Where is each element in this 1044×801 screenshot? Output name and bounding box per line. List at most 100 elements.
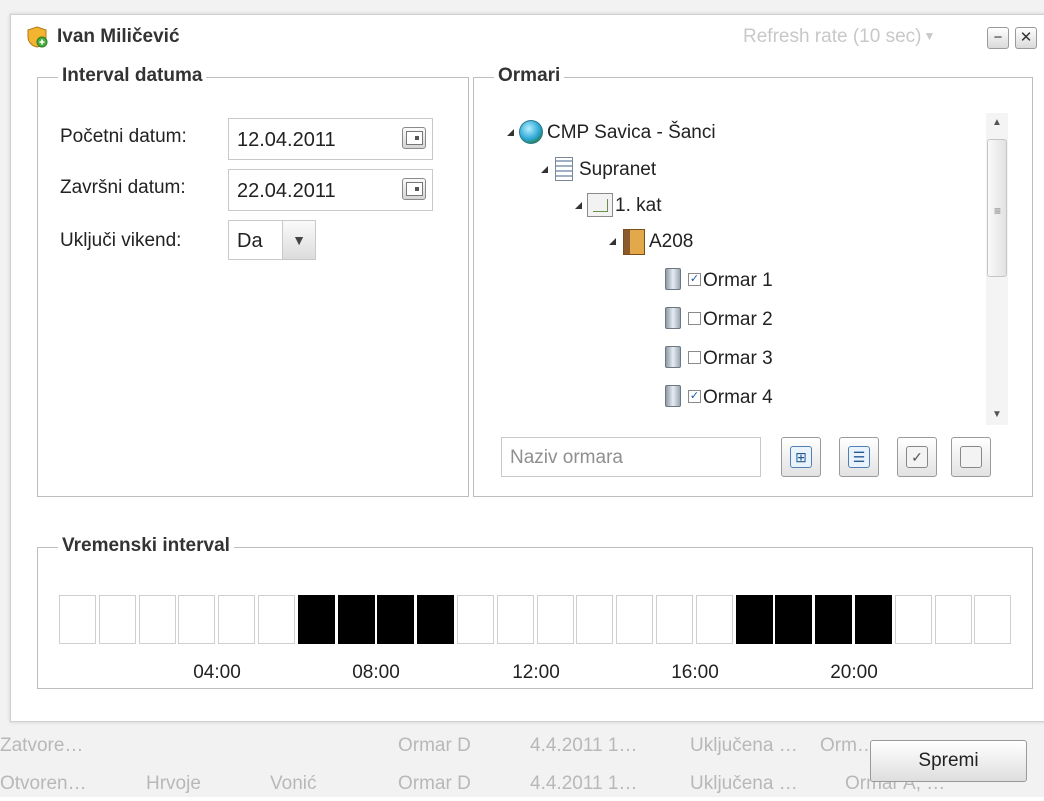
close-icon: ✕ [1019, 29, 1033, 46]
grip-icon: ≡ [994, 204, 1002, 218]
time-slot[interactable] [935, 595, 972, 644]
start-date-label: Početni datum: [60, 126, 187, 147]
cabinet-checkbox[interactable]: ✓ [688, 390, 701, 403]
time-slot[interactable] [815, 595, 852, 644]
background-cell: Otvoren… [0, 773, 87, 794]
tree-node-label: Supranet [579, 159, 657, 180]
time-slot[interactable] [616, 595, 653, 644]
time-slot[interactable] [576, 595, 613, 644]
check-all-icon: ✓ [906, 446, 928, 468]
time-tick-label: 08:00 [352, 662, 400, 683]
time-slot[interactable] [457, 595, 494, 644]
chevron-down-icon: ▼ [923, 29, 936, 43]
check-all-button[interactable]: ✓ [897, 437, 937, 477]
calendar-icon[interactable] [402, 127, 426, 149]
time-tick-label: 16:00 [671, 662, 719, 683]
time-slot[interactable] [497, 595, 534, 644]
scroll-up-icon[interactable]: ▲ [986, 113, 1008, 133]
background-cell: Uključena … [690, 773, 798, 794]
window-title: Ivan Miličević [57, 26, 180, 47]
expand-tree-button[interactable]: ⊞ [781, 437, 821, 477]
time-slot[interactable] [298, 595, 335, 644]
tree-node-label: A208 [649, 231, 694, 252]
background-cell: 4.4.2011 1… [530, 773, 638, 794]
time-slot[interactable] [855, 595, 892, 644]
time-slot[interactable] [417, 595, 454, 644]
weekend-label: Uključi vikend: [60, 230, 182, 251]
uncheck-all-icon [960, 446, 982, 468]
tree-node-label: Ormar 1 [703, 270, 773, 291]
calendar-icon[interactable] [402, 178, 426, 200]
list-view-button[interactable]: ☰ [839, 437, 879, 477]
end-date-value: 22.04.2011 [237, 180, 336, 202]
cabinet-search-input[interactable]: Naziv ormara [501, 437, 761, 477]
time-slot[interactable] [258, 595, 295, 644]
time-slot[interactable] [338, 595, 375, 644]
time-slot[interactable] [775, 595, 812, 644]
cabinet-icon [665, 385, 681, 407]
start-date-field[interactable]: 12.04.2011 [228, 118, 433, 160]
building-icon [555, 157, 573, 181]
tree-node-label: CMP Savica - Šanci [547, 122, 716, 143]
time-slot[interactable] [895, 595, 932, 644]
close-button[interactable]: ✕ [1015, 27, 1037, 49]
background-cell: Zatvore… [0, 735, 84, 756]
tree-scrollbar[interactable]: ▲ ≡ ▼ [986, 113, 1008, 425]
end-date-field[interactable]: 22.04.2011 [228, 169, 433, 211]
expand-toggle-icon[interactable] [507, 129, 514, 136]
time-slot[interactable] [59, 595, 96, 644]
floor-plan-icon [587, 193, 613, 217]
background-cell: Vonić [270, 773, 317, 794]
time-slot[interactable] [537, 595, 574, 644]
time-slot[interactable] [696, 595, 733, 644]
cabinet-checkbox[interactable] [688, 312, 701, 325]
scroll-down-icon[interactable]: ▼ [986, 405, 1008, 425]
expand-toggle-icon[interactable] [541, 166, 548, 173]
uncheck-all-button[interactable] [951, 437, 991, 477]
list-icon: ☰ [848, 446, 870, 468]
time-slot[interactable] [178, 595, 215, 644]
tree-node-label: 1. kat [615, 195, 662, 216]
time-slot[interactable] [99, 595, 136, 644]
refresh-rate-dropdown[interactable]: Refresh rate (10 sec) ▼ [743, 26, 935, 48]
refresh-rate-label: Refresh rate (10 sec) [743, 26, 922, 47]
cabinet-icon [665, 268, 681, 290]
time-slot[interactable] [139, 595, 176, 644]
background-cell: 4.4.2011 1… [530, 735, 638, 756]
save-button[interactable]: Spremi [870, 740, 1027, 782]
cabinet-checkbox[interactable] [688, 351, 701, 364]
tree-node-label: Ormar 3 [703, 348, 773, 369]
scroll-thumb[interactable]: ≡ [987, 139, 1007, 277]
search-placeholder: Naziv ormara [510, 447, 623, 468]
time-slot[interactable] [974, 595, 1011, 644]
minimize-button[interactable]: − [987, 27, 1009, 49]
time-slot[interactable] [736, 595, 773, 644]
minimize-icon: − [993, 29, 1003, 46]
time-slot[interactable] [218, 595, 255, 644]
expand-tree-icon: ⊞ [790, 446, 812, 468]
time-tick-label: 04:00 [193, 662, 241, 683]
user-shield-icon [27, 26, 48, 48]
date-interval-legend: Interval datuma [58, 65, 207, 87]
cabinet-checkbox[interactable]: ✓ [688, 273, 701, 286]
expand-toggle-icon[interactable] [575, 202, 582, 209]
title-bar[interactable]: Ivan Miličević Refresh rate (10 sec) ▼ − … [11, 15, 1044, 59]
door-icon [623, 229, 645, 255]
globe-icon [519, 120, 543, 144]
cabinet-icon [665, 346, 681, 368]
cabinet-icon [665, 307, 681, 329]
background-cell: Ormar D [398, 735, 471, 756]
cabinets-legend: Ormari [494, 65, 565, 87]
expand-toggle-icon[interactable] [609, 238, 616, 245]
time-tick-label: 12:00 [512, 662, 560, 683]
time-tick-label: 20:00 [830, 662, 878, 683]
start-date-value: 12.04.2011 [237, 129, 336, 151]
time-slot[interactable] [656, 595, 693, 644]
weekend-select[interactable]: Da ▼ [228, 220, 316, 260]
time-slot[interactable] [377, 595, 414, 644]
end-date-label: Završni datum: [60, 177, 186, 198]
date-interval-group: Interval datuma Početni datum: 12.04.201… [37, 65, 469, 497]
time-interval-legend: Vremenski interval [58, 535, 234, 557]
background-cell: Orm… [820, 735, 876, 756]
chevron-down-icon: ▼ [282, 221, 315, 259]
